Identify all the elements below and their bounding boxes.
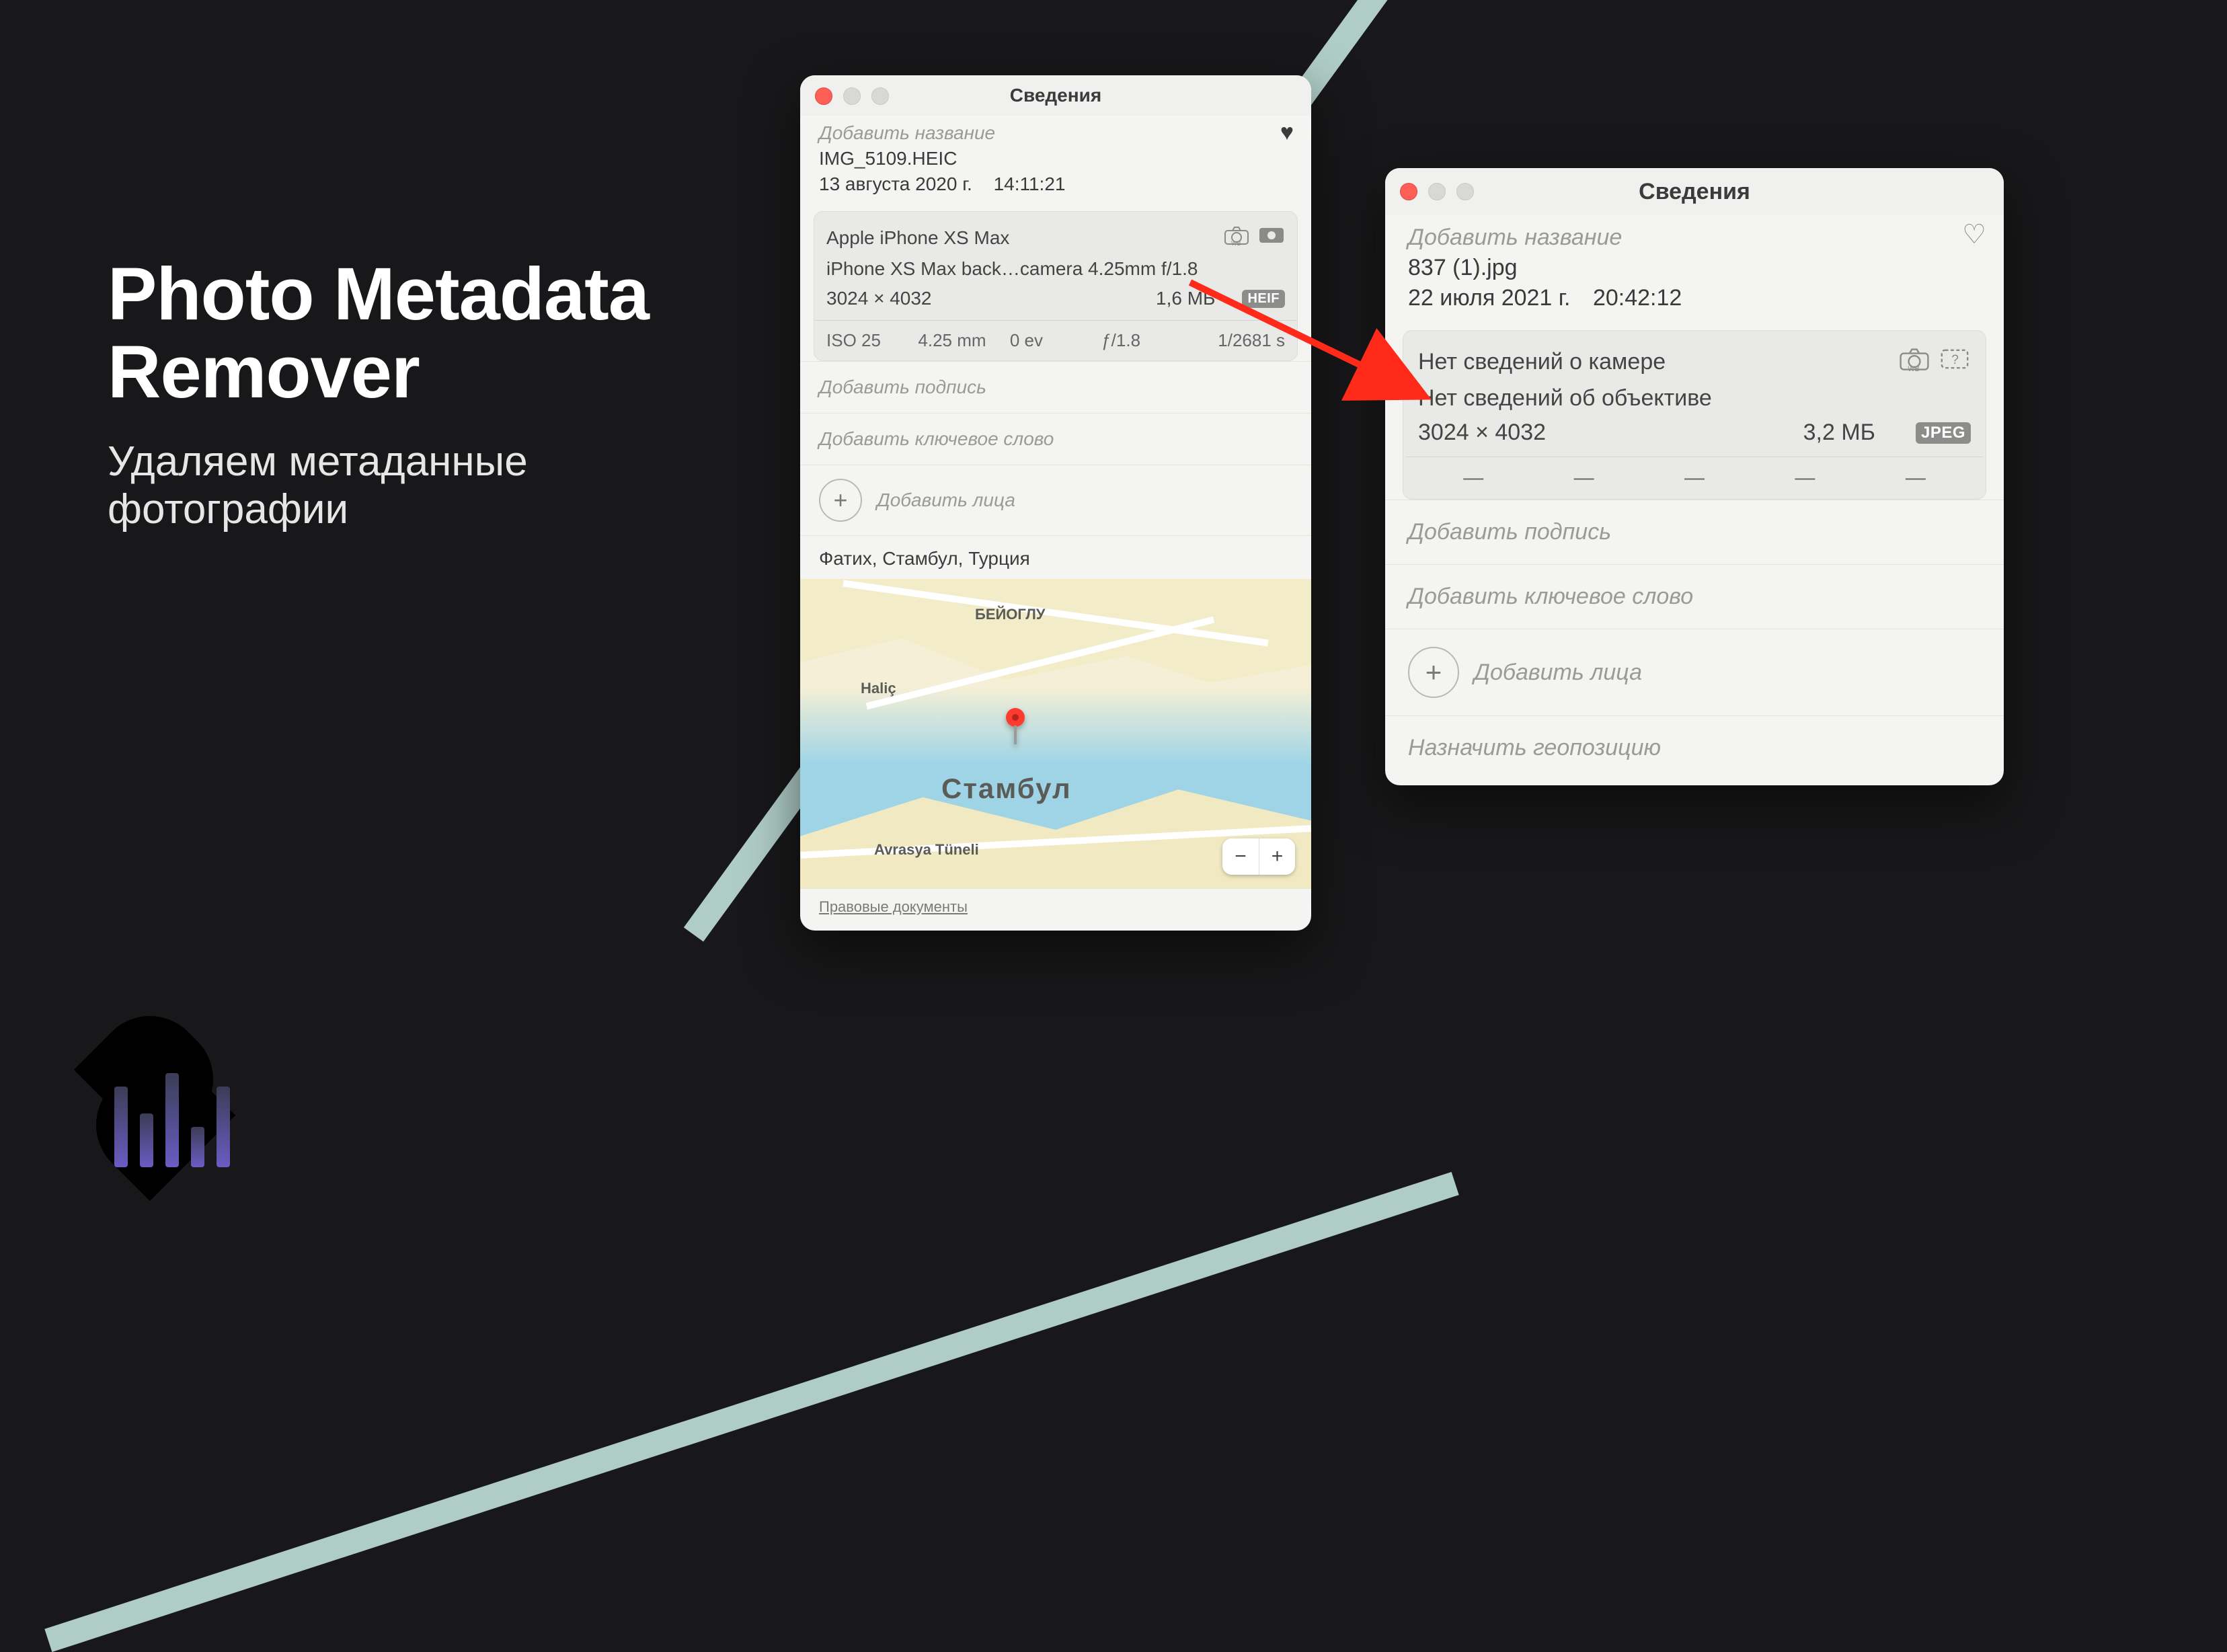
map-label: Haliç [861,680,896,697]
favorite-heart-icon[interactable]: ♥ [1280,120,1294,146]
add-faces-row[interactable]: + Добавить лица [800,465,1311,535]
camera-info-card: Нет сведений о камере WB ? Нет сведений … [1403,330,1986,500]
info-panel-before: Сведения Добавить название ♥ IMG_5109.HE… [800,75,1311,931]
no-lens-info: Нет сведений об объективе [1418,385,1971,411]
date-time: 13 августа 2020 г. 14:11:21 [819,173,1292,195]
add-keyword-field[interactable]: Добавить ключевое слово [800,413,1311,465]
file-size: 3,2 МБ [1803,420,1875,446]
map-label: Avrasya Tüneli [874,841,979,859]
decorative-strip [44,1172,1458,1652]
map-view[interactable]: БЕЙОГЛУ Haliç Стамбул Avrasya Tüneli − + [800,579,1311,888]
svg-text:WB: WB [1231,240,1241,245]
hero-text: Photo Metadata Remover Удаляем метаданны… [108,255,649,534]
minimize-icon[interactable] [1428,183,1446,200]
raw-badge-icon [1258,225,1285,250]
add-keyword-field[interactable]: Добавить ключевое слово [1385,564,2004,629]
zoom-out-button[interactable]: − [1222,838,1259,875]
add-title-field[interactable]: Добавить название [1408,225,1981,251]
dimensions: 3024 × 4032 [1418,420,1803,446]
favorite-heart-icon[interactable]: ♡ [1962,219,1986,250]
legal-link-row: Правовые документы [800,888,1311,931]
add-caption-field[interactable]: Добавить подпись [1385,500,2004,564]
map-label: БЕЙОГЛУ [975,606,1045,623]
camera-info-card: Apple iPhone XS Max WB iPhone XS Max bac… [814,211,1298,361]
dimensions: 3024 × 4032 [826,288,1156,309]
add-caption-field[interactable]: Добавить подпись [800,361,1311,413]
no-camera-info: Нет сведений о камере [1418,349,1898,375]
map-zoom-control: − + [1222,838,1295,875]
location-text: Фатих, Стамбул, Турция [800,535,1311,579]
window-title: Сведения [1639,179,1750,205]
map-pin-icon[interactable] [1002,707,1029,750]
window-controls [815,87,889,105]
unknown-format-icon: ? [1939,347,1971,377]
format-badge: HEIF [1242,290,1285,308]
plus-icon[interactable]: + [1408,647,1459,698]
camera-model: Apple iPhone XS Max [826,227,1223,249]
titlebar: Сведения [800,75,1311,116]
filename-label: IMG_5109.HEIC [819,148,1292,169]
svg-text:?: ? [1951,353,1959,367]
map-city-label: Стамбул [941,773,1072,805]
hero-subtitle: Удаляем метаданные фотографии [108,438,649,534]
window-title: Сведения [1010,85,1101,106]
plus-icon[interactable]: + [819,479,862,522]
assign-geo-field[interactable]: Назначить геопозицию [1385,715,2004,785]
svg-text:WB: WB [1908,365,1919,371]
zoom-icon[interactable] [1456,183,1474,200]
close-icon[interactable] [815,87,832,105]
file-size: 1,6 МБ [1156,288,1215,309]
legal-link[interactable]: Правовые документы [819,898,968,915]
format-badge: JPEG [1916,422,1971,444]
zoom-icon[interactable] [871,87,889,105]
window-controls [1400,183,1474,200]
camera-wb-icon: WB [1898,347,1930,377]
add-title-field[interactable]: Добавить название [819,122,1292,144]
titlebar: Сведения [1385,168,2004,215]
info-panel-after: Сведения Добавить название ♡ 837 (1).jpg… [1385,168,2004,785]
add-faces-row[interactable]: + Добавить лица [1385,629,2004,715]
filename-label: 837 (1).jpg [1408,255,1981,281]
hero-title: Photo Metadata Remover [108,255,649,411]
close-icon[interactable] [1400,183,1417,200]
exif-row: ISO 25 4.25 mm 0 ev ƒ/1.8 1/2681 s [814,320,1297,360]
zoom-in-button[interactable]: + [1259,838,1295,875]
minimize-icon[interactable] [843,87,861,105]
exif-row-empty: — — — — — [1406,457,1983,499]
date-time: 22 июля 2021 г. 20:42:12 [1408,285,1981,311]
lens-info: iPhone XS Max back…camera 4.25mm f/1.8 [826,258,1285,280]
camera-wb-icon: WB [1223,225,1250,250]
